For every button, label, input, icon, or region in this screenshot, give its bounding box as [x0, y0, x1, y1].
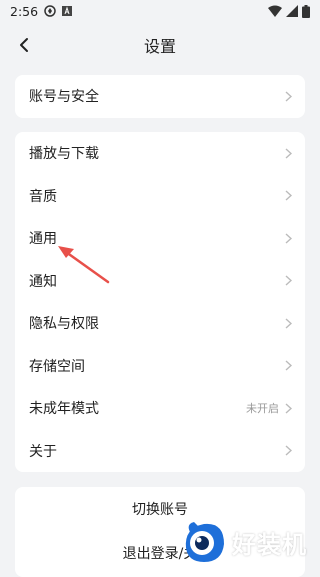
settings-section: 播放与下载 音质 通用 通知 隐私与权限 存储空间 未成年模式 未开启 关于: [15, 132, 305, 472]
wifi-icon: [268, 5, 282, 17]
a-notification-icon: [62, 6, 73, 16]
battery-icon: [302, 4, 310, 18]
settings-item-notifications[interactable]: 通知: [15, 260, 305, 303]
chevron-left-icon: [20, 38, 28, 52]
settings-item-label: 账号与安全: [29, 89, 99, 106]
chevron-right-icon: [283, 189, 293, 203]
status-time: 2:56: [10, 3, 39, 19]
nav-bar: 设置: [0, 26, 320, 64]
status-bar: 2:56: [0, 0, 320, 22]
settings-item-label: 存储空间: [29, 358, 85, 375]
settings-item-audio-quality[interactable]: 音质: [15, 175, 305, 218]
chevron-right-icon: [283, 89, 293, 103]
settings-item-storage[interactable]: 存储空间: [15, 345, 305, 388]
account-section: 账号与安全: [15, 75, 305, 118]
chevron-right-icon: [283, 401, 293, 415]
watermark: 好装机: [180, 515, 320, 569]
settings-item-playback-download[interactable]: 播放与下载: [15, 132, 305, 175]
settings-item-label: 播放与下载: [29, 146, 99, 163]
settings-item-label: 隐私与权限: [29, 316, 99, 333]
settings-item-label: 通用: [29, 231, 57, 248]
minor-mode-status: 未开启: [246, 402, 279, 416]
settings-item-about[interactable]: 关于: [15, 430, 305, 473]
settings-item-label: 音质: [29, 188, 57, 205]
chevron-right-icon: [283, 444, 293, 458]
chevron-right-icon: [283, 231, 293, 245]
chevron-right-icon: [283, 146, 293, 160]
settings-item-account-security[interactable]: 账号与安全: [15, 75, 305, 118]
watermark-logo-icon: [185, 522, 224, 562]
chevron-right-icon: [283, 316, 293, 330]
settings-item-label: 通知: [29, 273, 57, 290]
settings-item-general[interactable]: 通用: [15, 217, 305, 260]
page-title: 设置: [143, 37, 176, 56]
settings-item-privacy-permissions[interactable]: 隐私与权限: [15, 302, 305, 345]
settings-item-minor-mode[interactable]: 未成年模式 未开启: [15, 387, 305, 430]
settings-item-label: 关于: [29, 443, 57, 460]
signal-icon: [286, 5, 298, 17]
chevron-right-icon: [283, 274, 293, 288]
back-button[interactable]: [10, 31, 38, 59]
settings-item-label: 未成年模式: [29, 401, 99, 418]
chevron-right-icon: [283, 359, 293, 373]
watermark-text: 好装机: [232, 530, 307, 559]
app-notification-icon: [44, 5, 56, 17]
